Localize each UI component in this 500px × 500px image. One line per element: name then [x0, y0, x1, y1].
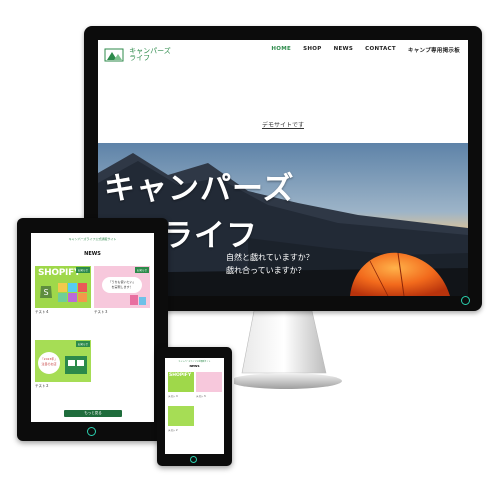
- hero-subtitle-line2: 戯れ合っていますか？: [226, 266, 306, 275]
- phone-site-header: キャンパーズライフ公式通販サイト: [178, 361, 211, 363]
- site-header: キャンパーズ ライフ HOME SHOP NEWS CONTACT キャンプ専用…: [98, 40, 468, 68]
- device-mockup-stage: キャンパーズ ライフ HOME SHOP NEWS CONTACT キャンプ専用…: [0, 0, 500, 500]
- news-card-thumbnail: SHOPIFY お知らせ S: [35, 266, 91, 308]
- nav-home[interactable]: HOME: [271, 46, 291, 54]
- tablet-news-heading: NEWS: [84, 251, 101, 257]
- news-card[interactable]: お知らせ 「うちも使いたい」 を実現します！ テスト３: [94, 266, 150, 315]
- shopify-logo-text: SHOPIFY: [38, 268, 81, 278]
- tablet-screen: キャンパーズライフ公式通販サイト NEWS SHOPIFY お知らせ S テスト…: [31, 233, 154, 422]
- phone-shopify-text: SHOPIFY: [169, 373, 192, 378]
- hero-subtitle: 自然と戯れていますか？ 戯れ合っていますか？: [226, 251, 314, 277]
- camp-logo-icon: [104, 48, 124, 61]
- news-card-title: テスト３: [94, 310, 108, 314]
- nav-bulletin-board[interactable]: キャンプ専用掲示板: [408, 46, 460, 54]
- nav-contact[interactable]: CONTACT: [365, 46, 396, 54]
- phone-home-button-icon: [190, 456, 197, 463]
- news-card-thumbnail: お知らせ 「2023年」 注目のお店: [35, 340, 91, 382]
- phone-news-title: テスト４: [168, 395, 179, 398]
- news-card[interactable]: SHOPIFY お知らせ S テスト４: [35, 266, 91, 315]
- hero-subtitle-line1: 自然と戯れていますか？: [226, 253, 314, 262]
- phone-screen: キャンパーズライフ公式通販サイト NEWS SHOPIFY テスト４ テスト３ …: [165, 358, 224, 454]
- thumbnail-caption: 「2023年」 注目のお店: [38, 352, 60, 374]
- news-badge: お知らせ: [76, 341, 90, 347]
- tablet-home-button-icon: [87, 427, 96, 436]
- phone-news-title: テスト２: [168, 429, 179, 432]
- monitor-power-icon: [461, 296, 470, 305]
- phone-news-thumbnail[interactable]: [196, 372, 222, 392]
- monitor-stand: [234, 311, 342, 389]
- phone-news-thumbnail[interactable]: SHOPIFY: [168, 372, 194, 392]
- logo-text-line2: ライフ: [129, 53, 151, 62]
- nav-news[interactable]: NEWS: [334, 46, 354, 54]
- phone-news-title: テスト３: [196, 395, 207, 398]
- product-grid-icon: [58, 283, 87, 302]
- main-nav: HOME SHOP NEWS CONTACT キャンプ専用掲示板: [271, 46, 460, 54]
- tablet-site-header: キャンパーズライフ公式通販サイト: [68, 237, 117, 241]
- shopify-bag-icon: S: [40, 286, 52, 298]
- news-card-thumbnail: お知らせ 「うちも使いたい」 を実現します！: [94, 266, 150, 308]
- phone-news-heading: NEWS: [189, 364, 200, 368]
- hero-title-line1: キャンパーズ: [104, 171, 295, 207]
- news-card[interactable]: お知らせ 「2023年」 注目のお店 テスト２: [35, 340, 91, 389]
- more-button[interactable]: もっと見る: [64, 410, 122, 417]
- site-logo[interactable]: キャンパーズ ライフ: [104, 44, 171, 63]
- phone-news-thumbnail[interactable]: [168, 406, 194, 426]
- store-illustration-icon: [65, 356, 87, 374]
- smartphone-device: キャンパーズライフ公式通販サイト NEWS SHOPIFY テスト４ テスト３ …: [157, 347, 232, 466]
- news-card-title: テスト４: [35, 310, 49, 314]
- tablet-device: キャンパーズライフ公式通販サイト NEWS SHOPIFY お知らせ S テスト…: [17, 218, 168, 441]
- demo-site-notice[interactable]: デモサイトです: [98, 120, 468, 129]
- shopping-illustration-icon: [130, 295, 146, 305]
- nav-shop[interactable]: SHOP: [303, 46, 321, 54]
- svg-text:S: S: [43, 288, 48, 297]
- news-badge: お知らせ: [76, 267, 90, 273]
- news-badge: お知らせ: [135, 267, 149, 273]
- news-card-title: テスト２: [35, 384, 49, 388]
- thumbnail-caption: 「うちも使いたい」 を実現します！: [102, 277, 142, 293]
